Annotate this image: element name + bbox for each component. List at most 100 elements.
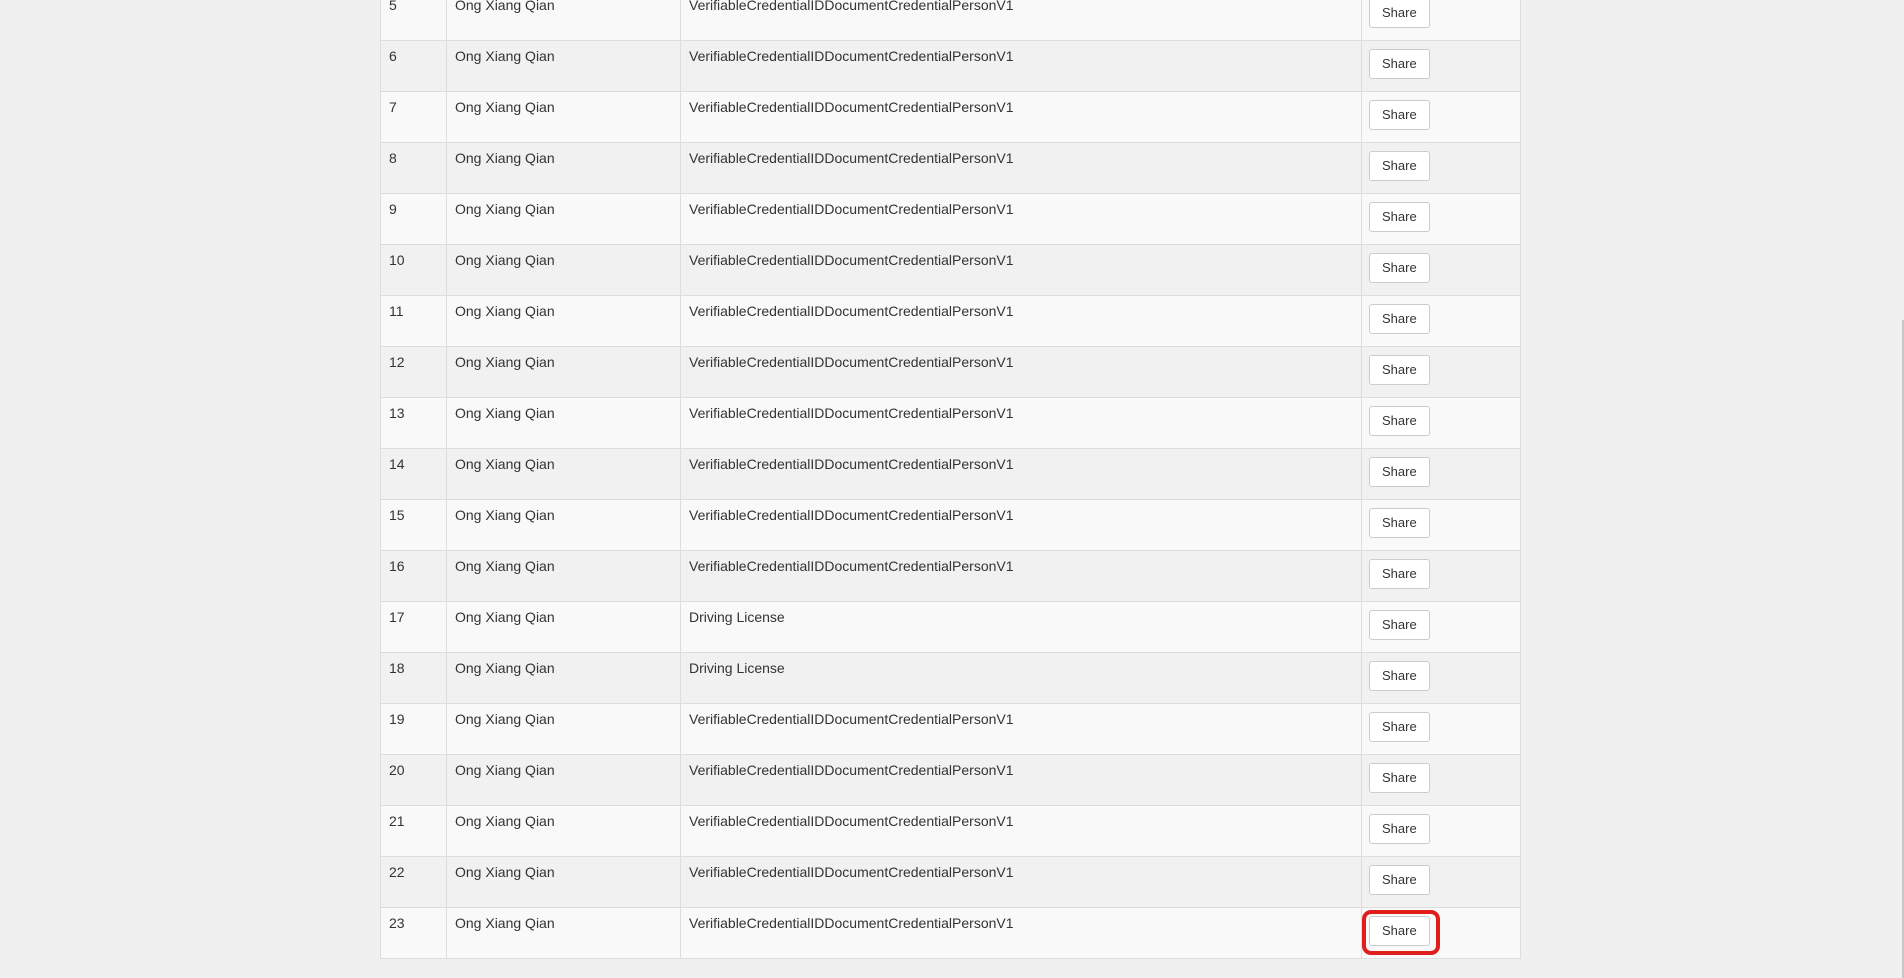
credential-type-cell: VerifiableCredentialIDDocumentCredential…	[680, 550, 1362, 602]
holder-name-cell: Ong Xiang Qian	[446, 550, 681, 602]
credentials-table-body: 5 Ong Xiang Qian VerifiableCredentialIDDoc…	[380, 0, 1521, 959]
holder-name-cell: Ong Xiang Qian	[446, 295, 681, 347]
share-button-wrapper: Share	[1369, 814, 1430, 844]
holder-name-cell: Ong Xiang Qian	[446, 499, 681, 551]
holder-name-cell: Ong Xiang Qian	[446, 907, 681, 959]
table-row: 22 Ong Xiang Qian VerifiableCredentialIDDo…	[380, 856, 1521, 908]
share-button[interactable]: Share	[1369, 814, 1430, 844]
row-number-cell: 20	[380, 754, 447, 806]
action-cell: Share	[1361, 703, 1521, 755]
table-row: 13 Ong Xiang Qian VerifiableCredentialIDDo…	[380, 397, 1521, 449]
holder-name-cell: Ong Xiang Qian	[446, 0, 681, 41]
credential-type-cell: VerifiableCredentialIDDocumentCredential…	[680, 907, 1362, 959]
holder-name-cell: Ong Xiang Qian	[446, 91, 681, 143]
row-number-cell: 16	[380, 550, 447, 602]
row-number-cell: 11	[380, 295, 447, 347]
share-button[interactable]: Share	[1369, 253, 1430, 283]
action-cell: Share	[1361, 652, 1521, 704]
action-cell: Share	[1361, 754, 1521, 806]
action-cell: Share	[1361, 550, 1521, 602]
share-button[interactable]: Share	[1369, 100, 1430, 130]
holder-name-cell: Ong Xiang Qian	[446, 40, 681, 92]
share-button[interactable]: Share	[1369, 49, 1430, 79]
credential-type-cell: VerifiableCredentialIDDocumentCredential…	[680, 448, 1362, 500]
credential-type-cell: VerifiableCredentialIDDocumentCredential…	[680, 703, 1362, 755]
row-number-cell: 8	[380, 142, 447, 194]
action-cell: Share	[1361, 805, 1521, 857]
table-row: 21 Ong Xiang Qian VerifiableCredentialIDDo…	[380, 805, 1521, 857]
row-number-cell: 10	[380, 244, 447, 296]
action-cell: Share	[1361, 346, 1521, 398]
share-button[interactable]: Share	[1369, 712, 1430, 742]
share-button[interactable]: Share	[1369, 0, 1430, 28]
holder-name-cell: Ong Xiang Qian	[446, 142, 681, 194]
holder-name-cell: Ong Xiang Qian	[446, 856, 681, 908]
share-button[interactable]: Share	[1369, 355, 1430, 385]
share-button[interactable]: Share	[1369, 508, 1430, 538]
action-cell: Share	[1361, 907, 1521, 959]
row-number-cell: 19	[380, 703, 447, 755]
credential-type-cell: VerifiableCredentialIDDocumentCredential…	[680, 754, 1362, 806]
share-button[interactable]: Share	[1369, 763, 1430, 793]
share-button[interactable]: Share	[1369, 610, 1430, 640]
share-button[interactable]: Share	[1369, 559, 1430, 589]
share-button-wrapper: Share	[1369, 151, 1430, 181]
share-button[interactable]: Share	[1369, 304, 1430, 334]
action-cell: Share	[1361, 295, 1521, 347]
credential-type-cell: VerifiableCredentialIDDocumentCredential…	[680, 244, 1362, 296]
action-cell: Share	[1361, 397, 1521, 449]
table-row: 12 Ong Xiang Qian VerifiableCredentialIDDo…	[380, 346, 1521, 398]
table-row: 18 Ong Xiang Qian Driving License Share	[380, 652, 1521, 704]
holder-name-cell: Ong Xiang Qian	[446, 244, 681, 296]
share-button[interactable]: Share	[1369, 457, 1430, 487]
action-cell: Share	[1361, 499, 1521, 551]
credential-type-cell: VerifiableCredentialIDDocumentCredential…	[680, 397, 1362, 449]
table-row: 14 Ong Xiang Qian VerifiableCredentialIDDo…	[380, 448, 1521, 500]
row-number-cell: 22	[380, 856, 447, 908]
share-button[interactable]: Share	[1369, 661, 1430, 691]
action-cell: Share	[1361, 244, 1521, 296]
action-cell: Share	[1361, 601, 1521, 653]
share-button-wrapper: Share	[1369, 0, 1430, 28]
share-button[interactable]: Share	[1369, 865, 1430, 895]
holder-name-cell: Ong Xiang Qian	[446, 805, 681, 857]
row-number-cell: 5	[380, 0, 447, 41]
share-button-wrapper: Share	[1369, 253, 1430, 283]
share-button[interactable]: Share	[1369, 202, 1430, 232]
credential-type-cell: VerifiableCredentialIDDocumentCredential…	[680, 142, 1362, 194]
action-cell: Share	[1361, 448, 1521, 500]
row-number-cell: 18	[380, 652, 447, 704]
share-button[interactable]: Share	[1369, 916, 1430, 946]
table-row: 10 Ong Xiang Qian VerifiableCredentialIDDo…	[380, 244, 1521, 296]
table-row: 8 Ong Xiang Qian VerifiableCredentialIDDoc…	[380, 142, 1521, 194]
row-number-cell: 9	[380, 193, 447, 245]
holder-name-cell: Ong Xiang Qian	[446, 601, 681, 653]
row-number-cell: 17	[380, 601, 447, 653]
share-button[interactable]: Share	[1369, 406, 1430, 436]
holder-name-cell: Ong Xiang Qian	[446, 193, 681, 245]
credentials-table-container: 5 Ong Xiang Qian VerifiableCredentialIDDoc…	[380, 0, 1521, 959]
row-number-cell: 14	[380, 448, 447, 500]
share-button-wrapper: Share	[1369, 712, 1430, 742]
share-button-wrapper: Share	[1369, 100, 1430, 130]
table-row: 11 Ong Xiang Qian VerifiableCredentialIDDo…	[380, 295, 1521, 347]
action-cell: Share	[1361, 0, 1521, 41]
action-cell: Share	[1361, 40, 1521, 92]
row-number-cell: 21	[380, 805, 447, 857]
table-row: 9 Ong Xiang Qian VerifiableCredentialIDDoc…	[380, 193, 1521, 245]
row-number-cell: 7	[380, 91, 447, 143]
credential-type-cell: VerifiableCredentialIDDocumentCredential…	[680, 295, 1362, 347]
holder-name-cell: Ong Xiang Qian	[446, 703, 681, 755]
table-row: 19 Ong Xiang Qian VerifiableCredentialIDDo…	[380, 703, 1521, 755]
share-button-wrapper: Share	[1369, 406, 1430, 436]
credential-type-cell: VerifiableCredentialIDDocumentCredential…	[680, 91, 1362, 143]
action-cell: Share	[1361, 142, 1521, 194]
holder-name-cell: Ong Xiang Qian	[446, 397, 681, 449]
share-button-wrapper: Share	[1369, 304, 1430, 334]
credential-type-cell: Driving License	[680, 652, 1362, 704]
page-viewport: 5 Ong Xiang Qian VerifiableCredentialIDDoc…	[0, 0, 1904, 978]
table-row: 15 Ong Xiang Qian VerifiableCredentialIDDo…	[380, 499, 1521, 551]
share-button[interactable]: Share	[1369, 151, 1430, 181]
holder-name-cell: Ong Xiang Qian	[446, 652, 681, 704]
share-button-wrapper: Share	[1369, 49, 1430, 79]
